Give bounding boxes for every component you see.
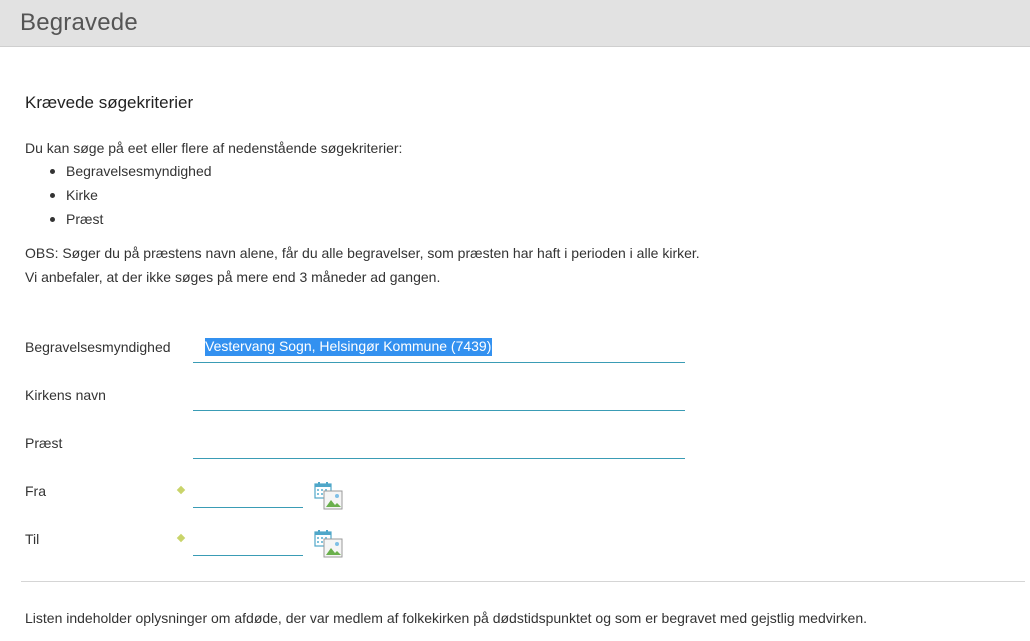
church-name-label: Kirkens navn (25, 387, 106, 403)
from-date-input[interactable] (193, 474, 303, 508)
required-marker-icon (176, 533, 186, 543)
page-title: Begravede (20, 9, 138, 36)
calendar-icon[interactable] (314, 481, 344, 511)
church-name-input[interactable] (193, 378, 685, 411)
list-item: Begravelsesmyndighed (50, 160, 212, 184)
from-date-label: Fra (25, 483, 46, 499)
calendar-icon[interactable] (314, 529, 344, 559)
list-item: Præst (50, 208, 212, 232)
intro-text: Du kan søge på eet eller flere af nedens… (25, 140, 403, 156)
divider (21, 581, 1025, 582)
authority-input-value: Vestervang Sogn, Helsingør Kommune (7439… (205, 338, 493, 356)
required-marker-icon (176, 485, 186, 495)
to-date-label: Til (25, 531, 40, 547)
footer-note: Listen indeholder oplysninger om afdøde,… (25, 610, 867, 626)
authority-label: Begravelsesmyndighed (25, 339, 171, 355)
authority-input[interactable]: Vestervang Sogn, Helsingør Kommune (7439… (193, 330, 685, 363)
priest-label: Præst (25, 435, 63, 451)
section-heading: Krævede søgekriterier (25, 93, 194, 112)
priest-input[interactable] (193, 426, 685, 459)
obs-note-line-2: Vi anbefaler, at der ikke søges på mere … (25, 269, 441, 285)
criteria-list: Begravelsesmyndighed Kirke Præst (25, 160, 212, 232)
to-date-input[interactable] (193, 522, 303, 556)
list-item: Kirke (50, 184, 212, 208)
page-header: Begravede (0, 0, 1030, 47)
obs-note-line-1: OBS: Søger du på præstens navn alene, få… (25, 245, 700, 261)
